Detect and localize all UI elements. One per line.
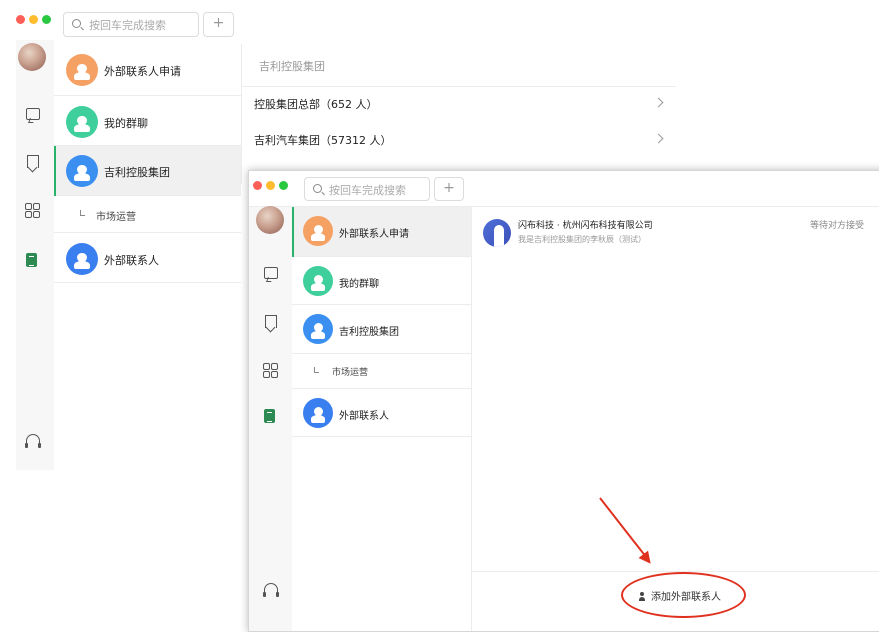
- list-item-label: 外部联系人: [339, 411, 389, 422]
- org-title: 吉利控股集团: [259, 60, 325, 73]
- chat-icon[interactable]: [26, 108, 40, 120]
- divider: [241, 86, 676, 87]
- contact-person-icon: [66, 243, 98, 275]
- window-maximize-dot[interactable]: [279, 181, 288, 190]
- list-item-market-ops[interactable]: 市场运营: [292, 354, 471, 389]
- bookmark-icon[interactable]: [27, 155, 39, 168]
- contact-list: 外部联系人申请 我的群聊 吉利控股集团 市场运营 外部联系人: [54, 44, 241, 470]
- user-avatar[interactable]: [256, 206, 284, 234]
- org-row[interactable]: 控股集团总部（652 人）: [254, 96, 378, 112]
- contacts-book-icon[interactable]: [26, 253, 37, 267]
- window-close-dot[interactable]: [16, 15, 25, 24]
- list-item-geely-holding[interactable]: 吉利控股集团: [54, 146, 241, 196]
- bookmark-icon[interactable]: [265, 315, 277, 328]
- contacts-book-icon[interactable]: [264, 409, 275, 423]
- contact-person-icon: [303, 398, 333, 428]
- add-contact-icon: [303, 216, 333, 246]
- active-indicator: [54, 146, 56, 196]
- request-row[interactable]: 闪布科技 · 杭州闪布科技有限公司 我是吉利控股集团的李秋辰（测试） 等待对方接…: [472, 209, 879, 255]
- apps-grid-icon[interactable]: [25, 203, 40, 218]
- contact-list: 外部联系人申请 我的群聊 吉利控股集团 市场运营 外部联系人: [292, 207, 472, 631]
- window-maximize-dot[interactable]: [42, 15, 51, 24]
- list-item-external-requests[interactable]: 外部联系人申请: [54, 44, 241, 96]
- list-item-label: 我的群聊: [339, 279, 379, 290]
- org-tree-icon: [66, 155, 98, 187]
- search-icon: [313, 184, 322, 193]
- search-input[interactable]: 按回车完成搜索: [304, 177, 430, 201]
- list-item-market-ops[interactable]: 市场运营: [54, 196, 241, 233]
- list-item-my-groups[interactable]: 我的群聊: [292, 257, 471, 305]
- request-message: 我是吉利控股集团的李秋辰（测试）: [518, 235, 646, 244]
- request-name: 闪布科技 · 杭州闪布科技有限公司: [518, 221, 653, 231]
- list-item-external-requests[interactable]: 外部联系人申请: [292, 207, 471, 257]
- list-item-geely-holding[interactable]: 吉利控股集团: [292, 305, 471, 354]
- org-row[interactable]: 吉利汽车集团（57312 人）: [254, 132, 392, 148]
- list-item-external-contacts[interactable]: 外部联系人: [54, 233, 241, 283]
- add-button[interactable]: +: [434, 177, 464, 201]
- list-item-label: 外部联系人申请: [104, 65, 181, 78]
- search-placeholder: 按回车完成搜索: [329, 184, 406, 197]
- window-close-dot[interactable]: [253, 181, 262, 190]
- apps-grid-icon[interactable]: [263, 363, 278, 378]
- sub-branch-icon: [314, 367, 319, 373]
- add-contact-icon: [66, 54, 98, 86]
- company-avatar: [483, 219, 511, 247]
- foreground-window: 按回车完成搜索 + 外部联系人申请 我的群聊 吉利控股集团 市场运营 外部联系人: [248, 170, 879, 632]
- list-item-label: 市场运营: [332, 368, 369, 378]
- list-item-label: 吉利控股集团: [104, 166, 170, 179]
- list-item-label: 市场运营: [96, 212, 136, 223]
- headset-icon[interactable]: [263, 583, 279, 597]
- search-input[interactable]: 按回车完成搜索: [63, 12, 199, 37]
- search-placeholder: 按回车完成搜索: [89, 19, 166, 32]
- annotation-ellipse: [621, 572, 746, 618]
- window-minimize-dot[interactable]: [29, 15, 38, 24]
- user-avatar[interactable]: [18, 43, 46, 71]
- search-icon: [72, 19, 81, 28]
- list-item-my-groups[interactable]: 我的群聊: [54, 96, 241, 146]
- add-button[interactable]: +: [203, 12, 234, 37]
- window-minimize-dot[interactable]: [266, 181, 275, 190]
- org-tree-icon: [303, 314, 333, 344]
- request-status: 等待对方接受: [810, 221, 865, 231]
- list-item-label: 外部联系人申请: [339, 229, 409, 240]
- group-chat-icon: [303, 266, 333, 296]
- list-item-label: 外部联系人: [104, 254, 159, 267]
- list-item-label: 我的群聊: [104, 117, 148, 130]
- list-item-external-contacts[interactable]: 外部联系人: [292, 389, 471, 437]
- list-item-label: 吉利控股集团: [339, 327, 399, 338]
- sub-branch-icon: [80, 210, 85, 216]
- group-chat-icon: [66, 106, 98, 138]
- chat-icon[interactable]: [264, 267, 278, 279]
- headset-icon[interactable]: [25, 434, 41, 448]
- active-indicator: [292, 207, 294, 257]
